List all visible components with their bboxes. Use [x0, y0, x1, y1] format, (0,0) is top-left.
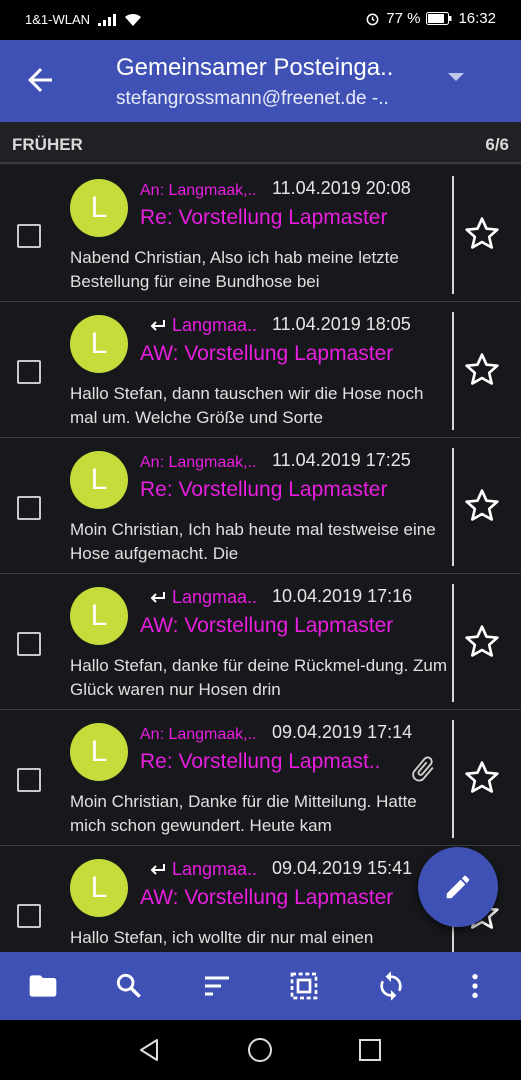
divider: [452, 312, 454, 430]
sender-label: Langmaa..: [148, 587, 257, 608]
status-bar: 1&1-WLAN 77 % 16:32: [0, 0, 521, 40]
avatar: L: [70, 315, 128, 373]
select-checkbox[interactable]: [17, 768, 41, 792]
message-date: 10.04.2019 17:16: [272, 586, 413, 606]
message-date: 11.04.2019 20:08: [272, 178, 411, 198]
search-button[interactable]: [112, 969, 146, 1003]
select-checkbox[interactable]: [17, 496, 41, 520]
select-all-icon: [290, 972, 318, 1000]
avatar: L: [70, 587, 128, 645]
star-icon[interactable]: [462, 214, 502, 254]
sort-button[interactable]: [200, 969, 234, 1003]
more-options-button[interactable]: [458, 969, 492, 1003]
battery-percent: 77 %: [386, 10, 421, 27]
star-icon[interactable]: [462, 350, 502, 390]
message-preview: Hallo Stefan, dann tauschen wir die Hose…: [70, 384, 424, 427]
message-subject: AW: Vorstellung Lapmaster: [140, 886, 394, 909]
sender-name: Langmaa..: [172, 587, 258, 607]
avatar: L: [70, 723, 128, 781]
message-preview: Moin Christian, Danke für die Mitteilung…: [70, 792, 417, 835]
message-row[interactable]: L An: Langmaak,.. 11.04.2019 17:25 Re: V…: [0, 438, 521, 574]
select-checkbox[interactable]: [17, 632, 41, 656]
message-preview: Hallo Stefan, ich wollte dir nur mal ein…: [70, 928, 374, 947]
star-icon[interactable]: [462, 486, 502, 526]
select-all-button[interactable]: [287, 969, 321, 1003]
message-row[interactable]: L Langmaa.. 10.04.2019 17:16 AW: Vorstel…: [0, 574, 521, 710]
search-icon: [116, 973, 141, 998]
sync-button[interactable]: [374, 969, 408, 1003]
clock: 16:32: [458, 10, 496, 27]
message-row[interactable]: L Langmaa.. 11.04.2019 18:05 AW: Vorstel…: [0, 302, 521, 438]
system-nav-bar: [0, 1020, 521, 1080]
recipient-label: An: Langmaak,..: [140, 182, 257, 199]
recipient-label: An: Langmaak,..: [140, 726, 257, 743]
recipient-label: An: Langmaak,..: [140, 454, 257, 471]
message-list: L An: Langmaak,.. 11.04.2019 20:08 Re: V…: [0, 166, 521, 952]
folder-button[interactable]: [26, 969, 60, 1003]
edit-icon: [446, 875, 470, 899]
message-preview: Hallo Stefan, danke für deine Rückmel-du…: [70, 656, 448, 699]
carrier-label: 1&1-WLAN: [25, 12, 91, 27]
message-subject: AW: Vorstellung Lapmaster: [140, 342, 394, 365]
reply-icon: [150, 319, 165, 331]
nav-back-icon[interactable]: [137, 1037, 163, 1063]
message-row[interactable]: L An: Langmaak,.. 09.04.2019 17:14 Re: V…: [0, 710, 521, 846]
alarm-icon: [366, 13, 379, 26]
avatar: L: [70, 451, 128, 509]
select-checkbox[interactable]: [17, 360, 41, 384]
star-icon[interactable]: [462, 622, 502, 662]
message-subject: AW: Vorstellung Lapmaster: [140, 614, 394, 637]
battery-icon: [426, 12, 452, 25]
message-row[interactable]: L An: Langmaak,.. 11.04.2019 20:08 Re: V…: [0, 166, 521, 302]
message-subject: Re: Vorstellung Lapmast..: [140, 750, 381, 773]
more-vert-icon: [472, 974, 478, 998]
message-date: 11.04.2019 17:25: [272, 450, 411, 470]
reply-icon: [150, 591, 165, 603]
account-subtitle[interactable]: stefangrossmann@freenet.de -..: [116, 88, 389, 110]
sender-label: Langmaa..: [148, 315, 257, 336]
star-icon[interactable]: [462, 758, 502, 798]
compose-button[interactable]: [418, 847, 498, 927]
attachment-icon: [412, 756, 434, 782]
message-count: 6/6: [485, 135, 509, 154]
section-header: FRÜHER 6/6: [0, 122, 521, 164]
section-label: FRÜHER: [12, 135, 83, 154]
message-date: 11.04.2019 18:05: [272, 314, 411, 334]
dropdown-arrow-icon[interactable]: [448, 73, 464, 81]
avatar: L: [70, 859, 128, 917]
sender-name: Langmaa..: [172, 859, 258, 879]
folder-icon: [29, 975, 57, 997]
message-preview: Moin Christian, Ich hab heute mal testwe…: [70, 520, 436, 563]
sort-icon: [205, 976, 229, 996]
avatar: L: [70, 179, 128, 237]
divider: [452, 448, 454, 566]
message-date: 09.04.2019 15:41: [272, 858, 413, 878]
message-date: 09.04.2019 17:14: [272, 722, 413, 742]
mailbox-title[interactable]: Gemeinsamer Posteinga..: [116, 54, 393, 82]
divider: [452, 720, 454, 838]
sender-name: Langmaa..: [172, 315, 258, 335]
app-bar: Gemeinsamer Posteinga.. stefangrossmann@…: [0, 40, 521, 122]
message-subject: Re: Vorstellung Lapmaster: [140, 206, 388, 229]
wifi-icon: [125, 13, 142, 26]
bottom-toolbar: [0, 952, 521, 1020]
nav-recents-icon[interactable]: [358, 1038, 382, 1062]
back-arrow-icon[interactable]: [22, 62, 58, 98]
signal-icon: [98, 13, 117, 26]
divider: [452, 176, 454, 294]
reply-icon: [150, 863, 165, 875]
message-subject: Re: Vorstellung Lapmaster: [140, 478, 388, 501]
sync-icon: [380, 971, 402, 1001]
message-preview: Nabend Christian, Also ich hab meine let…: [70, 248, 399, 291]
select-checkbox[interactable]: [17, 224, 41, 248]
divider: [452, 584, 454, 702]
sender-label: Langmaa..: [148, 859, 257, 880]
select-checkbox[interactable]: [17, 904, 41, 928]
nav-home-icon[interactable]: [247, 1037, 273, 1063]
